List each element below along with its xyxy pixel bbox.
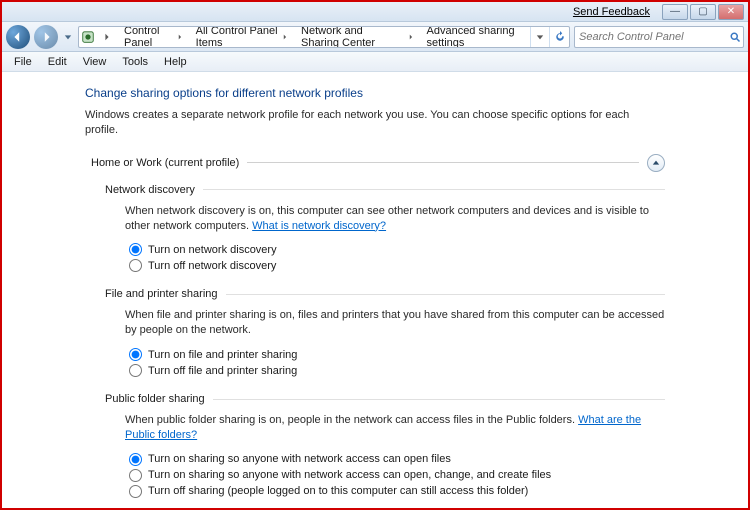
radio-label: Turn off network discovery	[148, 260, 276, 272]
divider	[247, 162, 639, 163]
radio-turn-on-network-discovery[interactable]: Turn on network discovery	[129, 243, 665, 256]
menu-help[interactable]: Help	[156, 54, 195, 70]
section-network-discovery: Network discovery When network discovery…	[105, 184, 665, 273]
window-titlebar: Send Feedback — ▢ ✕	[2, 2, 748, 22]
close-icon: ✕	[727, 6, 735, 17]
radio-turn-off-network-discovery[interactable]: Turn off network discovery	[129, 259, 665, 272]
radio-input[interactable]	[129, 364, 142, 377]
radio-input[interactable]	[129, 243, 142, 256]
collapse-button[interactable]	[647, 154, 665, 172]
radio-turn-on-file-printer[interactable]: Turn on file and printer sharing	[129, 348, 665, 361]
section-description: When public folder sharing is on, people…	[125, 413, 665, 443]
refresh-button[interactable]	[549, 27, 569, 47]
minimize-icon: —	[670, 6, 680, 17]
breadcrumb-segment[interactable]: Network and Sharing Center	[295, 27, 420, 47]
section-title: Public folder sharing	[105, 393, 205, 405]
radio-input[interactable]	[129, 485, 142, 498]
breadcrumb-segment[interactable]: Control Panel	[118, 27, 190, 47]
search-box[interactable]	[574, 26, 744, 48]
search-icon	[726, 31, 743, 43]
radio-public-open[interactable]: Turn on sharing so anyone with network a…	[129, 453, 665, 466]
content-scroll-area[interactable]: Change sharing options for different net…	[2, 72, 748, 508]
menu-edit[interactable]: Edit	[40, 54, 75, 70]
section-file-printer-sharing: File and printer sharing When file and p…	[105, 288, 665, 377]
forward-button[interactable]	[34, 25, 58, 49]
chevron-right-icon	[177, 33, 183, 41]
search-input[interactable]	[575, 31, 726, 43]
chevron-down-icon	[536, 33, 544, 41]
breadcrumb-label: Advanced sharing settings	[427, 26, 523, 48]
section-description: When network discovery is on, this compu…	[125, 204, 665, 234]
desc-text: When network discovery is on, this compu…	[125, 205, 649, 232]
chevron-right-icon	[103, 33, 111, 41]
breadcrumb-segment[interactable]: All Control Panel Items	[190, 27, 295, 47]
breadcrumb-label: All Control Panel Items	[196, 26, 279, 48]
refresh-icon	[554, 31, 566, 43]
radio-label: Turn off file and printer sharing	[148, 365, 297, 377]
profile-label: Home or Work (current profile)	[91, 157, 239, 169]
breadcrumb-label: Network and Sharing Center	[301, 26, 404, 48]
radio-label: Turn on sharing so anyone with network a…	[148, 453, 451, 465]
maximize-icon: ▢	[698, 6, 707, 17]
breadcrumb-label: Control Panel	[124, 26, 173, 48]
radio-turn-off-file-printer[interactable]: Turn off file and printer sharing	[129, 364, 665, 377]
radio-input[interactable]	[129, 259, 142, 272]
minimize-button[interactable]: —	[662, 4, 688, 20]
menu-tools[interactable]: Tools	[114, 54, 156, 70]
close-button[interactable]: ✕	[718, 4, 744, 20]
chevron-right-icon	[408, 33, 414, 41]
divider	[213, 399, 665, 400]
breadcrumb-dropdown[interactable]	[530, 27, 550, 47]
section-title: File and printer sharing	[105, 288, 218, 300]
control-panel-icon	[81, 28, 95, 46]
radio-label: Turn on network discovery	[148, 244, 277, 256]
breadcrumb: Control Panel All Control Panel Items Ne…	[78, 26, 570, 48]
radio-label: Turn on sharing so anyone with network a…	[148, 469, 551, 481]
divider	[203, 189, 665, 190]
menu-file[interactable]: File	[6, 54, 40, 70]
divider	[226, 294, 665, 295]
explorer-navbar: Control Panel All Control Panel Items Ne…	[2, 22, 748, 52]
radio-input[interactable]	[129, 348, 142, 361]
radio-label: Turn off sharing (people logged on to th…	[148, 485, 528, 497]
chevron-right-icon	[282, 33, 288, 41]
menu-view[interactable]: View	[75, 54, 115, 70]
breadcrumb-segment[interactable]	[97, 27, 118, 47]
profile-header: Home or Work (current profile)	[91, 154, 665, 172]
arrow-right-icon	[40, 31, 52, 43]
maximize-button[interactable]: ▢	[690, 4, 716, 20]
section-public-folder-sharing: Public folder sharing When public folder…	[105, 393, 665, 498]
radio-public-off[interactable]: Turn off sharing (people logged on to th…	[129, 485, 665, 498]
radio-input[interactable]	[129, 469, 142, 482]
section-description: When file and printer sharing is on, fil…	[125, 308, 665, 338]
nav-history-dropdown[interactable]	[62, 25, 74, 49]
desc-text: When public folder sharing is on, people…	[125, 414, 578, 426]
radio-public-open-change-create[interactable]: Turn on sharing so anyone with network a…	[129, 469, 665, 482]
page-title: Change sharing options for different net…	[85, 86, 665, 100]
chevron-down-icon	[64, 33, 72, 41]
page-subtext: Windows creates a separate network profi…	[85, 108, 665, 138]
menubar: File Edit View Tools Help	[2, 52, 748, 72]
radio-label: Turn on file and printer sharing	[148, 349, 297, 361]
chevron-up-icon	[652, 159, 660, 167]
content: Change sharing options for different net…	[85, 72, 665, 508]
send-feedback-link[interactable]: Send Feedback	[573, 6, 650, 18]
what-is-network-discovery-link[interactable]: What is network discovery?	[252, 220, 386, 232]
arrow-left-icon	[12, 31, 24, 43]
radio-input[interactable]	[129, 453, 142, 466]
back-button[interactable]	[6, 25, 30, 49]
section-title: Network discovery	[105, 184, 195, 196]
breadcrumb-segment[interactable]: Advanced sharing settings	[421, 27, 530, 47]
